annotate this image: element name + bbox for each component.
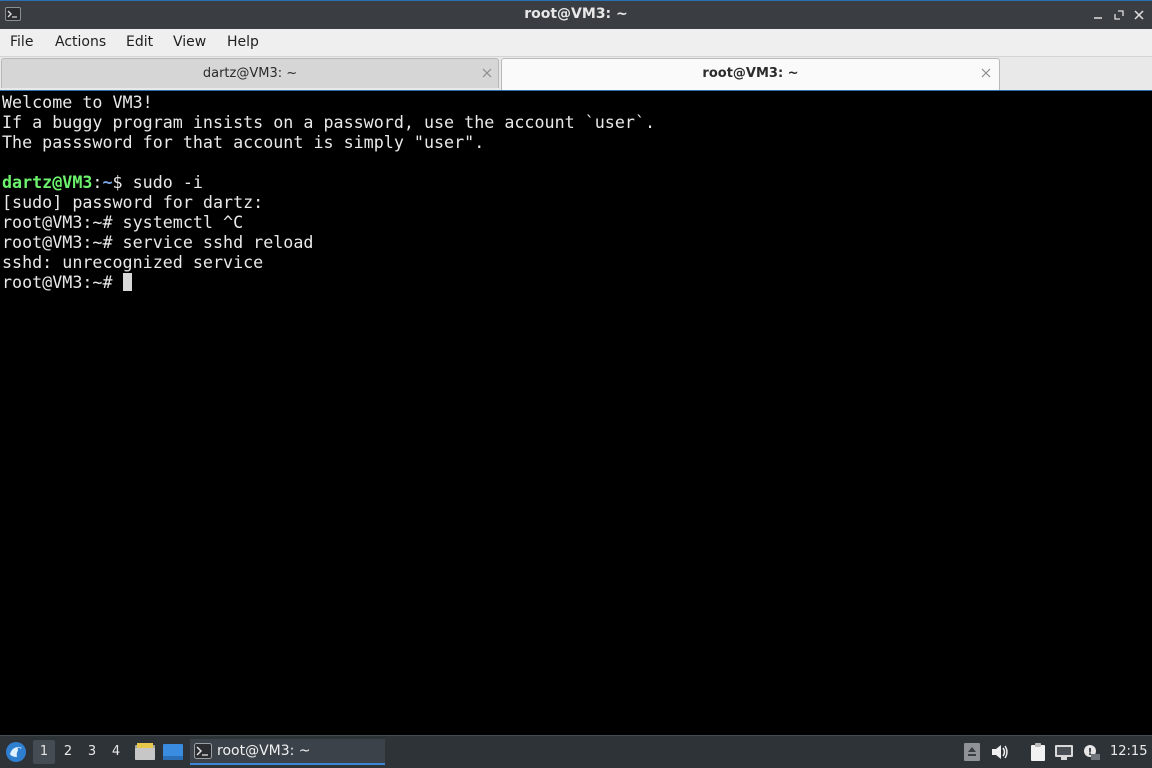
- workspace-1[interactable]: 1: [33, 740, 55, 764]
- text-cursor: [122, 273, 132, 291]
- prompt-command: sudo -i: [132, 172, 203, 192]
- workspace-2[interactable]: 2: [57, 740, 79, 764]
- terminal-line: Welcome to VM3!: [2, 92, 153, 112]
- minimize-button[interactable]: [1091, 7, 1105, 21]
- terminal-line: root@VM3:~# systemctl ^C: [2, 212, 244, 232]
- tab-root[interactable]: root@VM3: ~: [501, 58, 1000, 90]
- terminal-line: If a buggy program insists on a password…: [2, 112, 656, 132]
- terminal-line: [sudo] password for dartz:: [2, 192, 264, 212]
- prompt-colon: :: [92, 172, 103, 192]
- terminal-icon: [194, 743, 212, 759]
- workspace-3[interactable]: 3: [81, 740, 103, 764]
- close-icon[interactable]: [1132, 7, 1146, 21]
- menu-help[interactable]: Help: [227, 34, 259, 50]
- prompt-path: ~: [102, 172, 113, 192]
- network-icon[interactable]: [1054, 742, 1074, 762]
- window-title: root@VM3: ~: [524, 6, 628, 22]
- desktop: root@VM3: ~ File Actions Edit View Help …: [0, 0, 1152, 768]
- terminal-line: root@VM3:~# service sshd reload: [2, 232, 314, 252]
- file-manager-icon[interactable]: [134, 742, 156, 762]
- task-button-terminal[interactable]: root@VM3: ~: [190, 739, 385, 765]
- clock[interactable]: 12:15: [1110, 744, 1147, 759]
- close-tab-icon[interactable]: [980, 67, 992, 79]
- menu-bar: File Actions Edit View Help: [0, 29, 1152, 57]
- terminal-input-line[interactable]: root@VM3:~#: [2, 272, 132, 292]
- scroll-up-icon[interactable]: [962, 742, 982, 762]
- root-prompt: root@VM3:~#: [2, 272, 123, 292]
- workspace-4[interactable]: 4: [105, 740, 127, 764]
- menu-file[interactable]: File: [10, 34, 33, 50]
- lxqt-menu-icon[interactable]: [4, 740, 28, 764]
- tab-label: dartz@VM3: ~: [202, 66, 298, 81]
- maximize-button[interactable]: [1112, 7, 1126, 21]
- task-label: root@VM3: ~: [217, 743, 311, 759]
- notification-icon[interactable]: !: [1082, 742, 1102, 762]
- terminal-view[interactable]: Welcome to VM3! If a buggy program insis…: [0, 90, 1152, 735]
- menu-actions[interactable]: Actions: [55, 34, 106, 50]
- tab-bar: dartz@VM3: ~ root@VM3: ~: [0, 57, 1152, 90]
- menu-view[interactable]: View: [173, 34, 206, 50]
- clipboard-icon[interactable]: [1028, 742, 1048, 762]
- prompt-symbol: $: [112, 172, 133, 192]
- show-desktop-icon[interactable]: [162, 742, 184, 762]
- close-tab-icon[interactable]: [481, 67, 493, 79]
- prompt-user-host: dartz@VM3: [2, 172, 93, 192]
- tab-label: root@VM3: ~: [702, 66, 799, 81]
- menu-edit[interactable]: Edit: [126, 34, 153, 50]
- terminal-prompt-line: dartz@VM3:~$ sudo -i: [2, 172, 203, 192]
- terminal-line: The passsword for that account is simply…: [2, 132, 485, 152]
- tab-dartz[interactable]: dartz@VM3: ~: [1, 58, 499, 88]
- terminal-line: sshd: unrecognized service: [2, 252, 264, 272]
- taskbar: 1 2 3 4 root@VM3: ~ ! 12:15: [0, 735, 1152, 768]
- volume-icon[interactable]: [990, 742, 1010, 762]
- window-titlebar[interactable]: root@VM3: ~: [0, 0, 1152, 29]
